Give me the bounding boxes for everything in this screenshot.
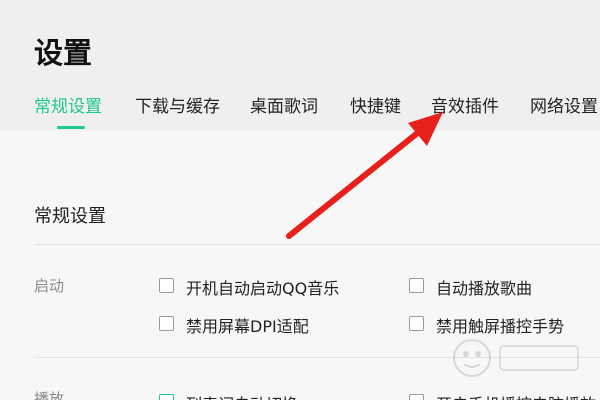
active-tab-indicator: [57, 126, 85, 129]
tab-desktop-lyrics[interactable]: 桌面歌词: [250, 92, 318, 117]
settings-tabs: 常规设置 下载与缓存 桌面歌词 快捷键 音效插件 网络设置: [0, 92, 600, 130]
section-divider: [34, 244, 600, 245]
checkbox[interactable]: [409, 394, 424, 400]
settings-window: 设置 常规设置 下载与缓存 桌面歌词 快捷键 音效插件 网络设置 常规设置 启动…: [0, 0, 600, 400]
option-label: 禁用屏幕DPI适配: [186, 317, 309, 336]
option-label: 自动播放歌曲: [436, 279, 533, 298]
tab-audio-plugins[interactable]: 音效插件: [431, 92, 499, 117]
section-title: 常规设置: [34, 206, 106, 227]
checkbox[interactable]: [159, 316, 174, 331]
option-label: 列表词自动切换: [186, 391, 298, 400]
option-label: 开机自动启动QQ音乐: [186, 279, 340, 298]
tab-shortcuts[interactable]: 快捷键: [350, 92, 401, 117]
page-title: 设置: [34, 36, 93, 70]
row-label-startup: 启动: [34, 277, 65, 295]
checkbox[interactable]: [409, 278, 424, 293]
option-label: 开启手机播控电脑播放: [436, 391, 596, 400]
settings-header: 设置 常规设置 下载与缓存 桌面歌词 快捷键 音效插件 网络设置: [0, 0, 600, 130]
row-label-playback: 播放: [34, 390, 65, 400]
checkbox[interactable]: [159, 394, 174, 400]
tab-download-cache[interactable]: 下载与缓存: [135, 92, 220, 117]
baidu-jingyan-watermark-icon: [453, 339, 579, 377]
tab-general[interactable]: 常规设置: [34, 92, 102, 117]
checkbox[interactable]: [409, 316, 424, 331]
tab-network[interactable]: 网络设置: [530, 92, 598, 117]
checkbox[interactable]: [159, 278, 174, 293]
